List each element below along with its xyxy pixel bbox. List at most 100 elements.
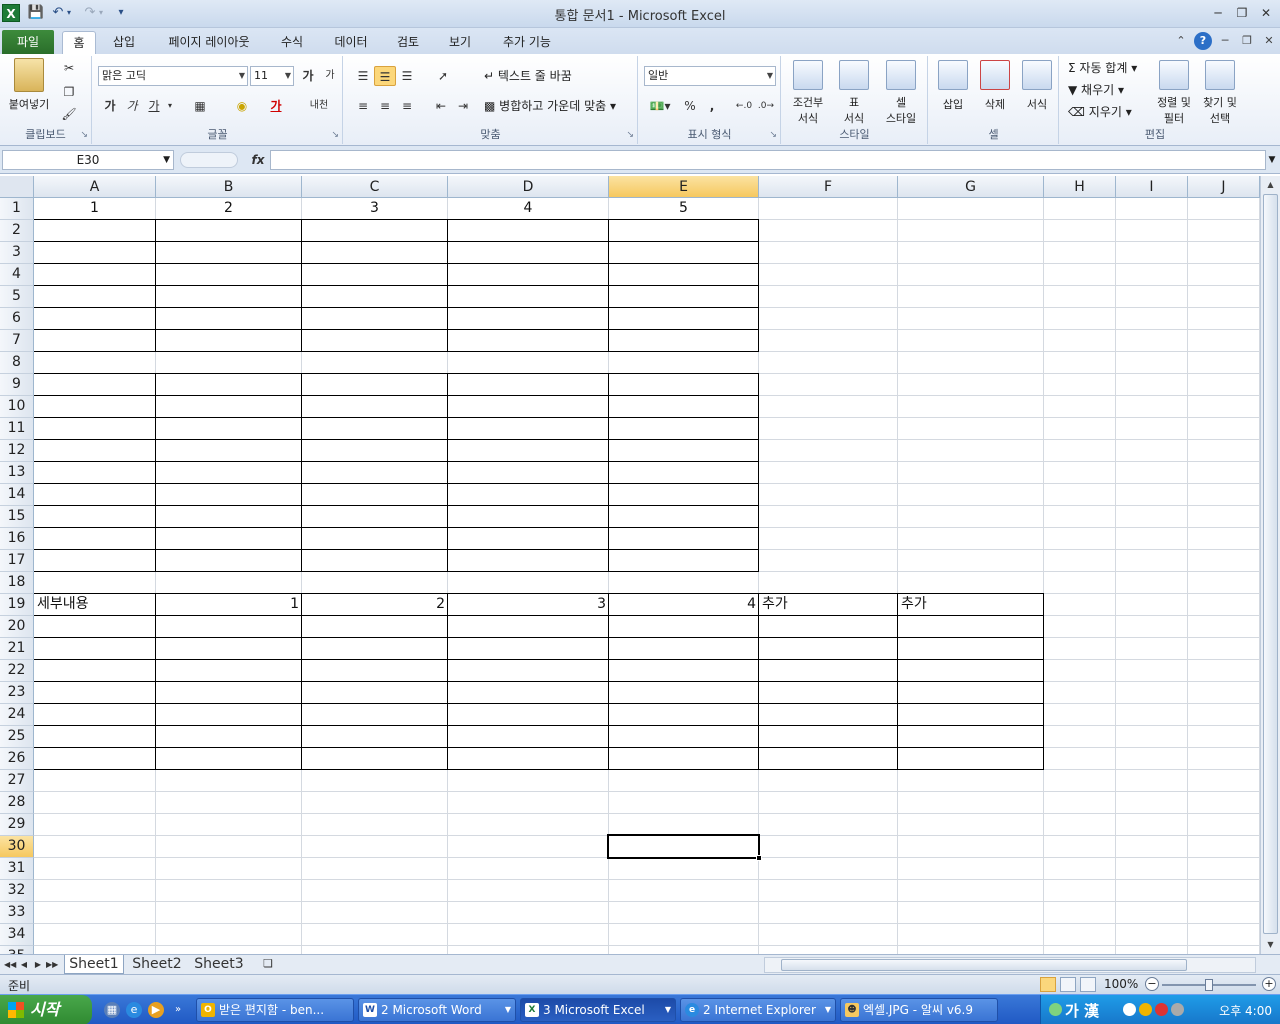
align-center-icon[interactable]: ≡	[374, 96, 396, 116]
merge-center-button[interactable]: ▩ 병합하고 가운데 맞춤 ▾	[484, 96, 616, 116]
ime-indicator[interactable]: 가 漢	[1065, 1000, 1099, 1021]
bordered-cell[interactable]	[608, 483, 759, 506]
fill-button[interactable]: ▼ 채우기 ▾	[1068, 80, 1124, 100]
scroll-down-icon[interactable]: ▼	[1263, 938, 1278, 952]
row-header-25[interactable]: 25	[0, 726, 34, 748]
bordered-cell[interactable]	[301, 263, 448, 286]
format-cells-button[interactable]: 서식	[1017, 60, 1057, 112]
bordered-cell[interactable]	[301, 549, 448, 572]
copy-icon[interactable]: ❐	[58, 82, 80, 102]
column-header-b[interactable]: B	[156, 176, 302, 198]
bordered-cell[interactable]	[608, 241, 759, 264]
new-sheet-icon[interactable]: ❏	[256, 955, 280, 974]
column-header-i[interactable]: I	[1116, 176, 1188, 198]
bordered-cell[interactable]	[897, 681, 1044, 704]
more-quicklaunch-icon[interactable]: »	[172, 1002, 184, 1018]
row-header-7[interactable]: 7	[0, 330, 34, 352]
vertical-scrollbar[interactable]: ▲ ▼	[1260, 176, 1280, 956]
cell-d1[interactable]: 4	[448, 198, 608, 220]
bordered-cell[interactable]	[301, 615, 448, 638]
bordered-cell[interactable]	[758, 747, 898, 770]
row-header-11[interactable]: 11	[0, 418, 34, 440]
zoom-slider-knob[interactable]	[1205, 979, 1213, 991]
bordered-cell[interactable]	[33, 285, 156, 308]
row-header-15[interactable]: 15	[0, 506, 34, 528]
decrease-decimal-icon[interactable]: .0→	[755, 96, 777, 116]
row-header-31[interactable]: 31	[0, 858, 34, 880]
redo-dropdown-icon[interactable]: ▾	[96, 4, 106, 22]
row-header-4[interactable]: 4	[0, 264, 34, 286]
row-header-13[interactable]: 13	[0, 462, 34, 484]
bordered-cell[interactable]	[447, 439, 609, 462]
delete-cells-button[interactable]: 삭제	[975, 60, 1015, 112]
bordered-cell[interactable]	[447, 549, 609, 572]
cell-e19[interactable]: 4	[609, 594, 758, 616]
bordered-cell[interactable]	[608, 549, 759, 572]
bordered-cell[interactable]	[155, 329, 302, 352]
bordered-cell[interactable]	[447, 417, 609, 440]
format-painter-icon[interactable]: 🖌	[58, 104, 80, 124]
bordered-cell[interactable]	[447, 395, 609, 418]
zoom-in-icon[interactable]: +	[1262, 977, 1276, 991]
tab-page-layout[interactable]: 페이지 레이아웃	[156, 31, 262, 54]
bordered-cell[interactable]	[301, 307, 448, 330]
task-alsee[interactable]: ☻ 엑셀.JPG - 알씨 v6.9	[840, 998, 998, 1022]
bordered-cell[interactable]	[155, 307, 302, 330]
bordered-cell[interactable]	[301, 285, 448, 308]
tab-formulas[interactable]: 수식	[272, 31, 312, 54]
bordered-cell[interactable]	[33, 307, 156, 330]
row-header-14[interactable]: 14	[0, 484, 34, 506]
bordered-cell[interactable]	[155, 659, 302, 682]
font-color-button[interactable]: 가	[265, 96, 287, 116]
task-word[interactable]: W 2 Microsoft Word ▼	[358, 998, 516, 1022]
bordered-cell[interactable]	[447, 527, 609, 550]
bordered-cell[interactable]	[33, 505, 156, 528]
bordered-cell[interactable]	[33, 461, 156, 484]
column-header-j[interactable]: J	[1188, 176, 1260, 198]
bordered-cell[interactable]	[301, 681, 448, 704]
bordered-cell[interactable]	[301, 703, 448, 726]
row-header-19[interactable]: 19	[0, 594, 34, 616]
bordered-cell[interactable]	[608, 461, 759, 484]
comma-button[interactable]: ,	[701, 96, 723, 116]
bordered-cell[interactable]	[608, 527, 759, 550]
bordered-cell[interactable]	[447, 329, 609, 352]
row-header-21[interactable]: 21	[0, 638, 34, 660]
row-header-5[interactable]: 5	[0, 286, 34, 308]
align-right-icon[interactable]: ≡	[396, 96, 418, 116]
number-format-select[interactable]: 일반 ▼	[644, 66, 776, 86]
bordered-cell[interactable]	[301, 637, 448, 660]
bordered-cell[interactable]	[155, 527, 302, 550]
find-select-button[interactable]: 찾기 및 선택	[1198, 60, 1242, 126]
bordered-cell[interactable]	[155, 549, 302, 572]
bordered-cell[interactable]	[33, 373, 156, 396]
bordered-cell[interactable]	[608, 637, 759, 660]
name-box[interactable]: E30 ▼	[2, 150, 174, 170]
tab-add-ins[interactable]: 추가 기능	[492, 31, 562, 54]
bordered-cell[interactable]	[155, 461, 302, 484]
bordered-cell[interactable]	[447, 681, 609, 704]
cell-styles-button[interactable]: 셀 스타일	[876, 60, 926, 126]
column-header-h[interactable]: H	[1044, 176, 1116, 198]
autosum-button[interactable]: Σ 자동 합계 ▾	[1068, 58, 1137, 78]
bordered-cell[interactable]	[301, 747, 448, 770]
bordered-cell[interactable]	[155, 505, 302, 528]
zoom-out-icon[interactable]: −	[1145, 977, 1159, 991]
cell-e1[interactable]: 5	[609, 198, 758, 220]
bordered-cell[interactable]	[33, 219, 156, 242]
customize-toolbar-icon[interactable]: ▾	[114, 4, 128, 22]
bordered-cell[interactable]	[33, 395, 156, 418]
horizontal-scroll-thumb[interactable]	[781, 959, 1187, 971]
bordered-cell[interactable]	[301, 725, 448, 748]
bordered-cell[interactable]	[447, 461, 609, 484]
bordered-cell[interactable]	[33, 681, 156, 704]
bordered-cell[interactable]	[33, 439, 156, 462]
bordered-cell[interactable]	[447, 615, 609, 638]
page-break-view-icon[interactable]	[1080, 977, 1096, 992]
doc-restore-icon[interactable]: ❐	[1238, 32, 1256, 50]
tab-file[interactable]: 파일	[2, 30, 54, 54]
percent-button[interactable]: %	[679, 96, 701, 116]
bordered-cell[interactable]	[608, 263, 759, 286]
bordered-cell[interactable]	[301, 439, 448, 462]
align-bottom-icon[interactable]: ☰	[396, 66, 418, 86]
